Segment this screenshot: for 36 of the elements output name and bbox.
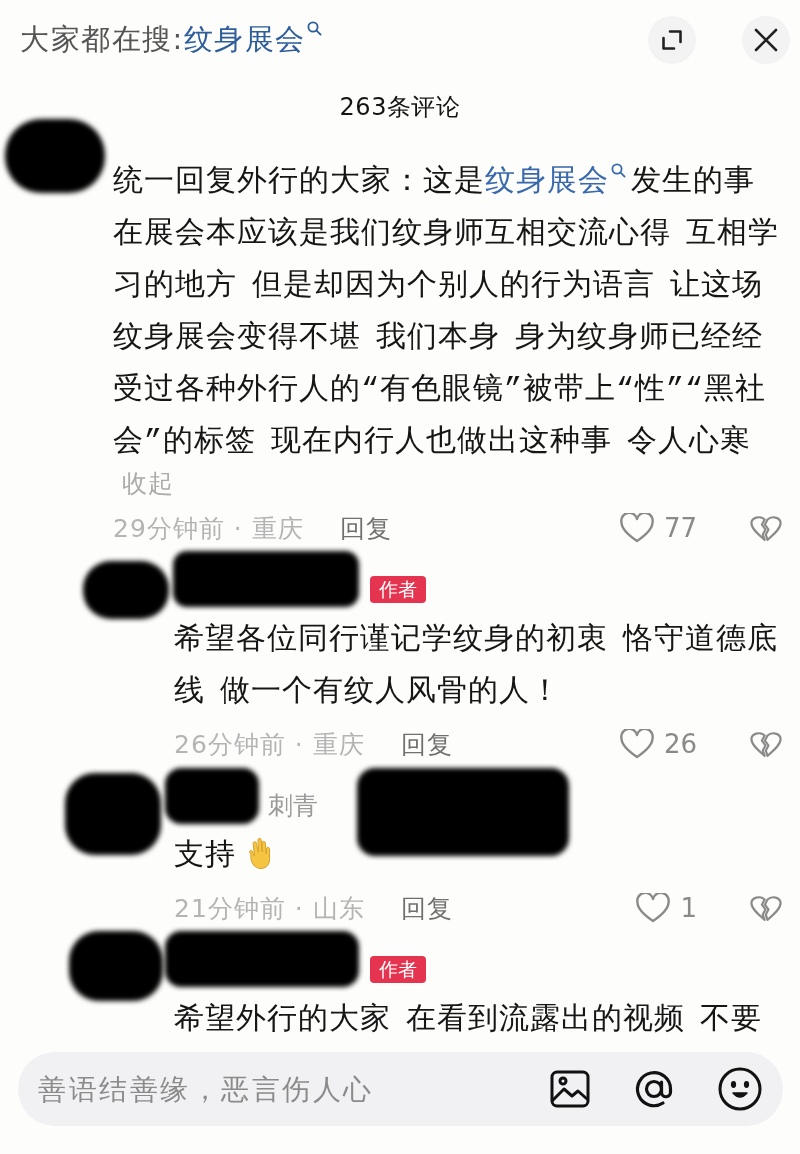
heart-icon[interactable]: [636, 893, 671, 923]
search-icon: [611, 163, 626, 178]
like-count: 1: [680, 893, 697, 923]
at-sign-icon[interactable]: [633, 1068, 675, 1110]
search-prompt: 大家都在搜:: [20, 21, 184, 58]
reply-link[interactable]: 回复: [400, 727, 453, 761]
comment-time: 29分钟前 · 重庆: [113, 512, 304, 545]
comment-text: 希望外行的大家 在看到流露出的视频 不要: [174, 1001, 762, 1039]
heart-icon[interactable]: [619, 729, 654, 759]
comment-count-title: 263条评论: [339, 93, 461, 121]
expand-icon: [661, 29, 683, 51]
author-tag: 作者: [370, 575, 426, 603]
expand-button[interactable]: [648, 16, 696, 64]
comment-text: 希望各位同行谨记学纹身的初衷 恪守道德底线 做一个有纹人风骨的人！: [174, 621, 779, 711]
reply-link[interactable]: 回复: [339, 511, 392, 545]
image-icon[interactable]: [550, 1070, 590, 1108]
reply-link[interactable]: 回复: [400, 891, 453, 925]
broken-heart-icon[interactable]: [750, 729, 782, 759]
like-count: 26: [663, 729, 697, 759]
like-count: 77: [663, 513, 697, 543]
search-link[interactable]: 纹身展会: [183, 20, 322, 60]
comment-text: 统一回复外行的大家：这是纹身展会 发生的事在展会本应该是我们纹身师互相交流心得 互相学习的地方 但是却因为个别人的行为语言 让这场纹身展会变得不堪 我们本身 身为纹身师已经经受过各种外行人的“有色眼镜”被带上“性”“黑社会”的标签 现在内行人也做出这种事 令人心寒: [113, 162, 780, 461]
comment-text: 支持: [174, 839, 236, 873]
smiley-icon[interactable]: [718, 1067, 762, 1111]
comment-time: 26分钟前 · 重庆: [174, 728, 365, 761]
author-tag: 作者: [370, 955, 426, 983]
heart-icon[interactable]: [619, 513, 654, 543]
comment-time: 21分钟前 · 山东: [174, 892, 365, 925]
close-icon: [754, 28, 778, 52]
search-link[interactable]: 纹身展会: [485, 165, 631, 199]
broken-heart-icon[interactable]: [750, 513, 782, 543]
comment-input[interactable]: 善语结善缘，恶言伤人心: [18, 1052, 783, 1126]
close-button[interactable]: [742, 16, 790, 64]
user-name[interactable]: 刺青: [268, 788, 318, 822]
broken-heart-icon[interactable]: [750, 893, 782, 923]
search-icon: [306, 21, 322, 36]
